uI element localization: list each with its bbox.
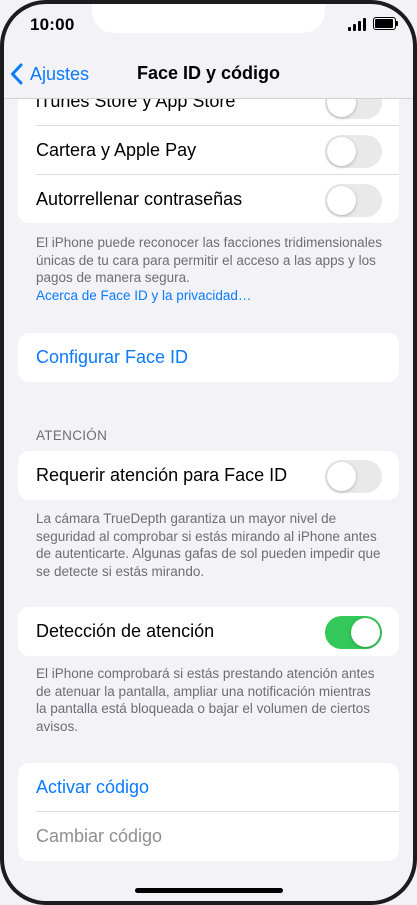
configure-face-id-label: Configurar Face ID [36,347,189,367]
face-id-footer-text: El iPhone puede reconocer las facciones … [36,235,382,285]
password-autofill-toggle[interactable] [325,184,382,217]
attention-detection-toggle[interactable] [325,616,382,649]
face-id-footer: El iPhone puede reconocer las facciones … [36,234,384,304]
activate-passcode-label: Activar código [36,777,150,797]
battery-icon [373,17,398,30]
row-wallet-apple-pay: Cartera y Apple Pay [18,126,399,175]
notch [92,0,325,33]
status-time: 10:00 [30,15,75,34]
navigation-bar: Ajustes Face ID y código [0,50,417,99]
row-label: Autorrellenar contraseñas [36,189,243,209]
attention-detection-footer: El iPhone comprobará si estás prestando … [36,666,375,734]
require-attention-label: Requerir atención para Face ID [36,465,288,485]
activate-passcode-button[interactable]: Activar código [18,763,399,812]
attention-section-header: ATENCIÓN [36,428,108,443]
require-attention-group: Requerir atención para Face ID [18,451,399,500]
home-indicator[interactable] [135,888,283,893]
attention-detection-label: Detección de atención [36,621,215,641]
cellular-signal-icon [348,18,368,31]
wallet-apple-pay-toggle[interactable] [325,135,382,168]
row-require-attention: Requerir atención para Face ID [18,451,399,500]
setup-group: Configurar Face ID [18,333,399,382]
row-password-autofill: Autorrellenar contraseñas [18,175,399,223]
change-passcode-label: Cambiar código [36,826,163,846]
page-title: Face ID y código [136,63,281,83]
change-passcode-button: Cambiar código [18,812,399,861]
passcode-group: Activar código Cambiar código [18,763,399,861]
row-attention-detection: Detección de atención [18,607,399,656]
attention-detection-group: Detección de atención [18,607,399,656]
configure-face-id-button[interactable]: Configurar Face ID [18,333,399,382]
row-label: Cartera y Apple Pay [36,140,197,160]
require-attention-footer: La cámara TrueDepth garantiza un mayor n… [36,511,381,579]
require-attention-toggle[interactable] [325,460,382,493]
face-id-privacy-link[interactable]: Acerca de Face ID y la privacidad… [36,287,384,305]
status-bar: 10:00 [0,0,417,50]
